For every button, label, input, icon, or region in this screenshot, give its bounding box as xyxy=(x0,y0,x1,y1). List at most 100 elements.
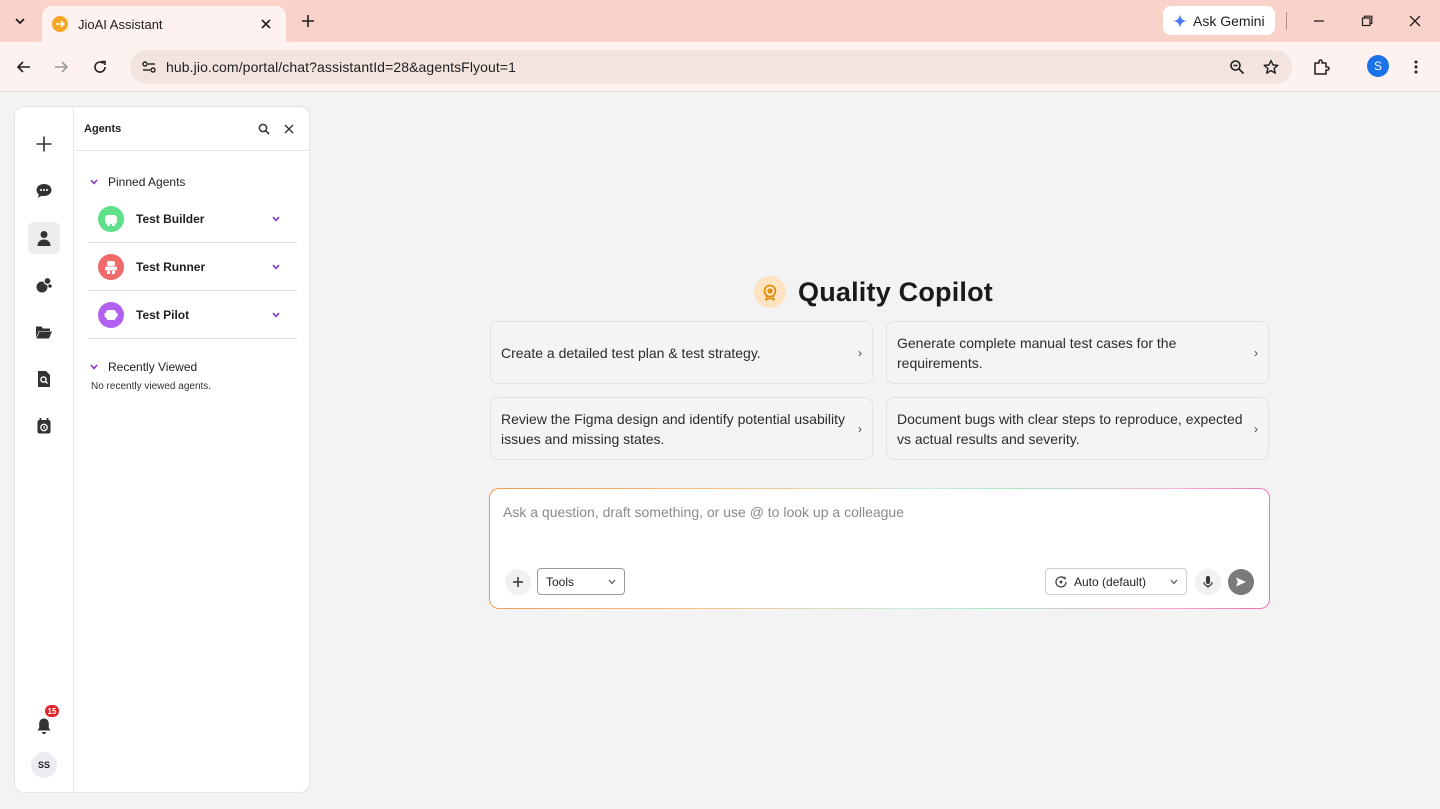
agents-button[interactable] xyxy=(28,222,60,254)
nav-rail: 15 SS xyxy=(15,107,74,792)
robot-icon xyxy=(105,214,117,226)
recently-viewed-header[interactable]: Recently Viewed xyxy=(74,357,309,377)
agent-name: Test Pilot xyxy=(136,307,190,322)
suggestion-text: Document bugs with clear steps to reprod… xyxy=(897,410,1243,447)
close-icon[interactable] xyxy=(278,118,300,140)
award-icon xyxy=(754,276,786,308)
page-title-text: Quality Copilot xyxy=(798,276,993,307)
browser-tabstrip: JioAI Assistant Ask Gemini xyxy=(0,0,1440,42)
suggestion-text: Create a detailed test plan & test strat… xyxy=(501,344,761,361)
tools-dropdown[interactable]: Tools xyxy=(537,568,625,595)
chevron-right-icon: › xyxy=(858,345,862,360)
zoom-icon[interactable] xyxy=(1224,54,1250,80)
arrow-right-icon xyxy=(55,61,69,73)
agent-avatar xyxy=(98,205,124,232)
divider xyxy=(1286,12,1287,30)
microphone-icon xyxy=(1203,576,1213,588)
robot-icon xyxy=(104,309,118,320)
agent-item-test-pilot[interactable]: Test Pilot xyxy=(88,291,297,339)
chat-composer: Tools Auto (default) xyxy=(489,488,1270,609)
chevron-down-icon xyxy=(15,18,25,25)
agent-avatar xyxy=(98,253,124,280)
bookmark-star-icon[interactable] xyxy=(1258,54,1284,80)
plus-icon xyxy=(302,15,314,27)
pinned-agents-label: Pinned Agents xyxy=(108,175,186,189)
search-icon[interactable] xyxy=(253,118,275,140)
agents-icon xyxy=(36,276,52,293)
chevron-down-icon[interactable] xyxy=(269,260,283,274)
recently-viewed-empty: No recently viewed agents. xyxy=(91,381,212,392)
chevron-down-icon xyxy=(90,179,104,185)
agent-item-test-builder[interactable]: Test Builder xyxy=(88,195,297,243)
new-chat-button[interactable] xyxy=(28,128,60,160)
files-button[interactable] xyxy=(28,316,60,348)
chevron-down-icon[interactable] xyxy=(269,212,283,226)
reload-icon xyxy=(94,60,106,73)
url-text: hub.jio.com/portal/chat?assistantId=28&a… xyxy=(166,59,517,75)
forward-button[interactable] xyxy=(48,54,74,80)
pinned-agents-header[interactable]: Pinned Agents xyxy=(74,172,309,192)
person-icon xyxy=(37,231,51,246)
send-button[interactable] xyxy=(1228,569,1254,595)
tab-search-button[interactable] xyxy=(6,7,34,35)
agents-gallery-button[interactable] xyxy=(28,269,60,301)
plus-icon xyxy=(36,136,52,152)
suggestion-text: Generate complete manual test cases for … xyxy=(897,334,1177,371)
flyout-title: Agents xyxy=(84,122,122,135)
app-content: 15 SS Agents Pinned Agents Test Builder … xyxy=(0,93,1440,809)
close-window-button[interactable] xyxy=(1402,8,1428,34)
auto-mode-icon xyxy=(1055,575,1067,588)
chats-button[interactable] xyxy=(28,175,60,207)
address-bar[interactable]: hub.jio.com/portal/chat?assistantId=28&a… xyxy=(130,50,1292,84)
bell-icon xyxy=(37,718,51,734)
user-avatar[interactable]: SS xyxy=(31,752,57,778)
chat-icon xyxy=(36,184,52,198)
browser-tab[interactable]: JioAI Assistant xyxy=(42,6,286,42)
suggestion-card[interactable]: Create a detailed test plan & test strat… xyxy=(490,321,873,384)
robot-icon xyxy=(105,260,117,274)
chevron-down-icon[interactable] xyxy=(269,308,283,322)
agent-item-test-runner[interactable]: Test Runner xyxy=(88,243,297,291)
document-search-button[interactable] xyxy=(28,363,60,395)
extensions-icon[interactable] xyxy=(1308,54,1334,80)
search-document-icon xyxy=(38,371,50,387)
model-label: Auto (default) xyxy=(1074,574,1147,589)
favicon-icon xyxy=(52,16,68,32)
agent-name: Test Runner xyxy=(136,259,206,274)
back-button[interactable] xyxy=(11,54,37,80)
restore-button[interactable] xyxy=(1354,8,1380,34)
chat-input[interactable] xyxy=(503,504,1243,520)
suggestion-card[interactable]: Generate complete manual test cases for … xyxy=(886,321,1269,384)
model-selector[interactable]: Auto (default) xyxy=(1045,568,1187,595)
suggestion-card[interactable]: Document bugs with clear steps to reprod… xyxy=(886,397,1269,460)
microphone-button[interactable] xyxy=(1195,569,1221,595)
chevron-down-icon xyxy=(1170,579,1178,584)
left-panel: 15 SS Agents Pinned Agents Test Builder … xyxy=(14,106,310,793)
folder-icon xyxy=(36,326,52,339)
reload-button[interactable] xyxy=(87,54,113,80)
site-info-icon[interactable] xyxy=(138,56,160,78)
more-menu-icon[interactable] xyxy=(1404,54,1428,80)
profile-avatar[interactable]: S xyxy=(1367,55,1389,77)
recently-viewed-label: Recently Viewed xyxy=(108,360,198,374)
chevron-down-icon xyxy=(608,579,616,584)
suggestion-text: Review the Figma design and identify pot… xyxy=(501,410,845,447)
ask-gemini-button[interactable]: Ask Gemini xyxy=(1163,6,1275,35)
attach-button[interactable] xyxy=(505,569,531,595)
send-icon xyxy=(1236,577,1246,587)
schedule-button[interactable] xyxy=(28,410,60,442)
minimize-button[interactable] xyxy=(1306,8,1332,34)
suggestion-card[interactable]: Review the Figma design and identify pot… xyxy=(490,397,873,460)
ask-gemini-label: Ask Gemini xyxy=(1193,12,1265,29)
composer-body: Tools Auto (default) xyxy=(490,489,1269,608)
notification-badge: 15 xyxy=(45,705,59,717)
chevron-right-icon: › xyxy=(1254,421,1258,436)
chevron-down-icon xyxy=(90,364,104,370)
browser-toolbar: hub.jio.com/portal/chat?assistantId=28&a… xyxy=(0,42,1440,92)
close-tab-icon[interactable] xyxy=(256,14,276,34)
plus-icon xyxy=(513,577,523,587)
minimize-icon xyxy=(1314,20,1324,22)
new-tab-button[interactable] xyxy=(296,9,320,33)
calendar-icon xyxy=(37,418,51,434)
chevron-right-icon: › xyxy=(858,421,862,436)
